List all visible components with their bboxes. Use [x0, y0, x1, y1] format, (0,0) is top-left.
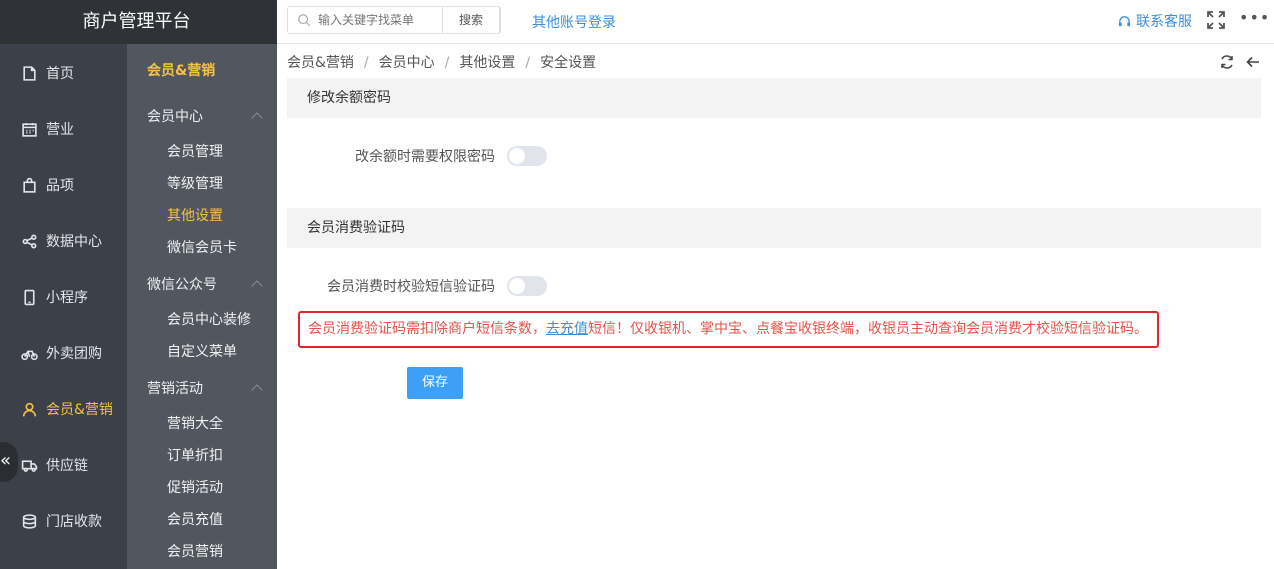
truck-icon	[20, 456, 38, 474]
search-input[interactable]	[318, 10, 438, 30]
breadcrumb: 会员&营销 / 会员中心 / 其他设置 / 安全设置	[287, 52, 596, 72]
recharge-link[interactable]: 去充值	[546, 321, 588, 337]
breadcrumb-separator: /	[363, 55, 369, 71]
home-icon	[20, 64, 38, 82]
headset-icon	[1118, 15, 1131, 26]
subnav-item-wechat-card[interactable]: 微信会员卡	[167, 237, 237, 257]
subnav-group-member-center[interactable]: 会员中心	[147, 106, 203, 126]
back-arrow-icon[interactable]	[1245, 54, 1261, 70]
breadcrumb-item[interactable]: 其他设置	[459, 55, 515, 71]
subnav-title: 会员&营销	[147, 63, 216, 79]
other-account-login-link[interactable]: 其他账号登录	[532, 12, 616, 32]
fullscreen-icon[interactable]	[1206, 10, 1226, 30]
subnav-item-order-discount[interactable]: 订单折扣	[167, 445, 223, 465]
calendar-icon	[20, 120, 38, 138]
share-icon	[20, 232, 38, 250]
nav-item-label: 营业	[46, 122, 74, 138]
nav-item-label: 会员&营销	[46, 402, 113, 418]
app-title: 商户管理平台	[0, 0, 277, 44]
contact-support-link[interactable]: 联系客服	[1117, 11, 1192, 31]
subnav-group-wechat-official[interactable]: 微信公众号	[147, 274, 217, 294]
subnav-item-member-recharge[interactable]: 会员充值	[167, 509, 223, 529]
subnav-item-member-marketing[interactable]: 会员营销	[167, 541, 223, 561]
sub-sidebar: 会员&营销 会员中心 会员管理 等级管理 其他设置 微信会员卡 微信公众号 会员…	[127, 44, 277, 569]
subnav-item-member-management[interactable]: 会员管理	[167, 141, 223, 161]
breadcrumb-item[interactable]: 会员中心	[379, 55, 435, 71]
breadcrumb-separator: /	[525, 55, 531, 71]
chevron-up-icon[interactable]	[251, 112, 263, 124]
subnav-item-custom-menu[interactable]: 自定义菜单	[167, 341, 237, 361]
subnav-group-marketing[interactable]: 营销活动	[147, 378, 203, 398]
chevron-up-icon[interactable]	[251, 280, 263, 292]
subnav-item-promotions[interactable]: 促销活动	[167, 477, 223, 497]
bike-icon	[20, 344, 38, 362]
nav-item-label: 首页	[46, 66, 74, 82]
chevron-up-icon[interactable]	[251, 384, 263, 396]
double-chevron-left-icon: «	[0, 450, 11, 471]
nav-item-label: 外卖团购	[46, 346, 102, 362]
coins-icon	[20, 512, 38, 530]
save-button[interactable]: 保存	[407, 367, 463, 399]
bag-icon	[20, 176, 38, 194]
balance-password-toggle[interactable]	[507, 146, 547, 166]
search-button[interactable]: 搜索	[442, 6, 500, 34]
nav-item-home[interactable]: 首页	[0, 45, 127, 101]
main-sidebar: 首页 营业 品项 数据中心 小程序 外卖团购 会员&营销 供应链 门店收款	[0, 0, 127, 569]
nav-item-data-center[interactable]: 数据中心	[0, 213, 127, 269]
toggle-knob	[509, 148, 525, 164]
breadcrumb-separator: /	[444, 55, 450, 71]
toggle-knob	[509, 278, 525, 294]
nav-item-label: 门店收款	[46, 514, 102, 530]
nav-item-supply-chain[interactable]: 供应链	[0, 437, 127, 493]
app-title-text: 商户管理平台	[82, 11, 191, 32]
top-bar: 搜索 其他账号登录 联系客服 •••	[277, 0, 1274, 44]
breadcrumb-item[interactable]: 会员&营销	[287, 55, 354, 71]
subnav-item-marketing-all[interactable]: 营销大全	[167, 413, 223, 433]
nav-item-member-marketing[interactable]: 会员&营销	[0, 381, 127, 437]
user-icon	[20, 400, 38, 418]
nav-item-mini-program[interactable]: 小程序	[0, 269, 127, 325]
nav-item-label: 数据中心	[46, 234, 102, 250]
sms-deduction-notice: 会员消费验证码需扣除商户短信条数，去充值短信！仅收银机、掌中宝、点餐宝收银终端，…	[298, 311, 1159, 348]
nav-item-business[interactable]: 营业	[0, 101, 127, 157]
verify-code-label: 会员消费时校验短信验证码	[327, 279, 495, 295]
balance-password-label: 改余额时需要权限密码	[355, 149, 495, 165]
subnav-item-other-settings[interactable]: 其他设置	[167, 205, 223, 225]
refresh-icon[interactable]	[1219, 54, 1235, 70]
search-icon	[298, 14, 311, 27]
nav-item-items[interactable]: 品项	[0, 157, 127, 213]
nav-item-label: 供应链	[46, 458, 88, 474]
phone-icon	[20, 288, 38, 306]
nav-item-store-payment[interactable]: 门店收款	[0, 493, 127, 549]
nav-item-label: 品项	[46, 178, 74, 194]
nav-item-label: 小程序	[46, 290, 88, 306]
subnav-item-level-management[interactable]: 等级管理	[167, 173, 223, 193]
breadcrumb-current: 安全设置	[540, 55, 597, 71]
notice-text: 短信！仅收银机、掌中宝、点餐宝收银终端，收银员主动查询会员消费才校验短信验证码。	[588, 321, 1148, 337]
more-options-icon[interactable]: •••	[1239, 8, 1270, 27]
verify-code-toggle[interactable]	[507, 276, 547, 296]
notice-text: 会员消费验证码需扣除商户短信条数，	[308, 321, 546, 337]
search-box: 搜索	[287, 6, 501, 34]
nav-item-delivery[interactable]: 外卖团购	[0, 325, 127, 381]
section-balance-password-header: 修改余额密码	[287, 78, 1261, 118]
section-verify-code-header: 会员消费验证码	[287, 208, 1261, 248]
subnav-item-member-center-decor[interactable]: 会员中心装修	[167, 309, 251, 329]
contact-support-label: 联系客服	[1136, 14, 1192, 30]
